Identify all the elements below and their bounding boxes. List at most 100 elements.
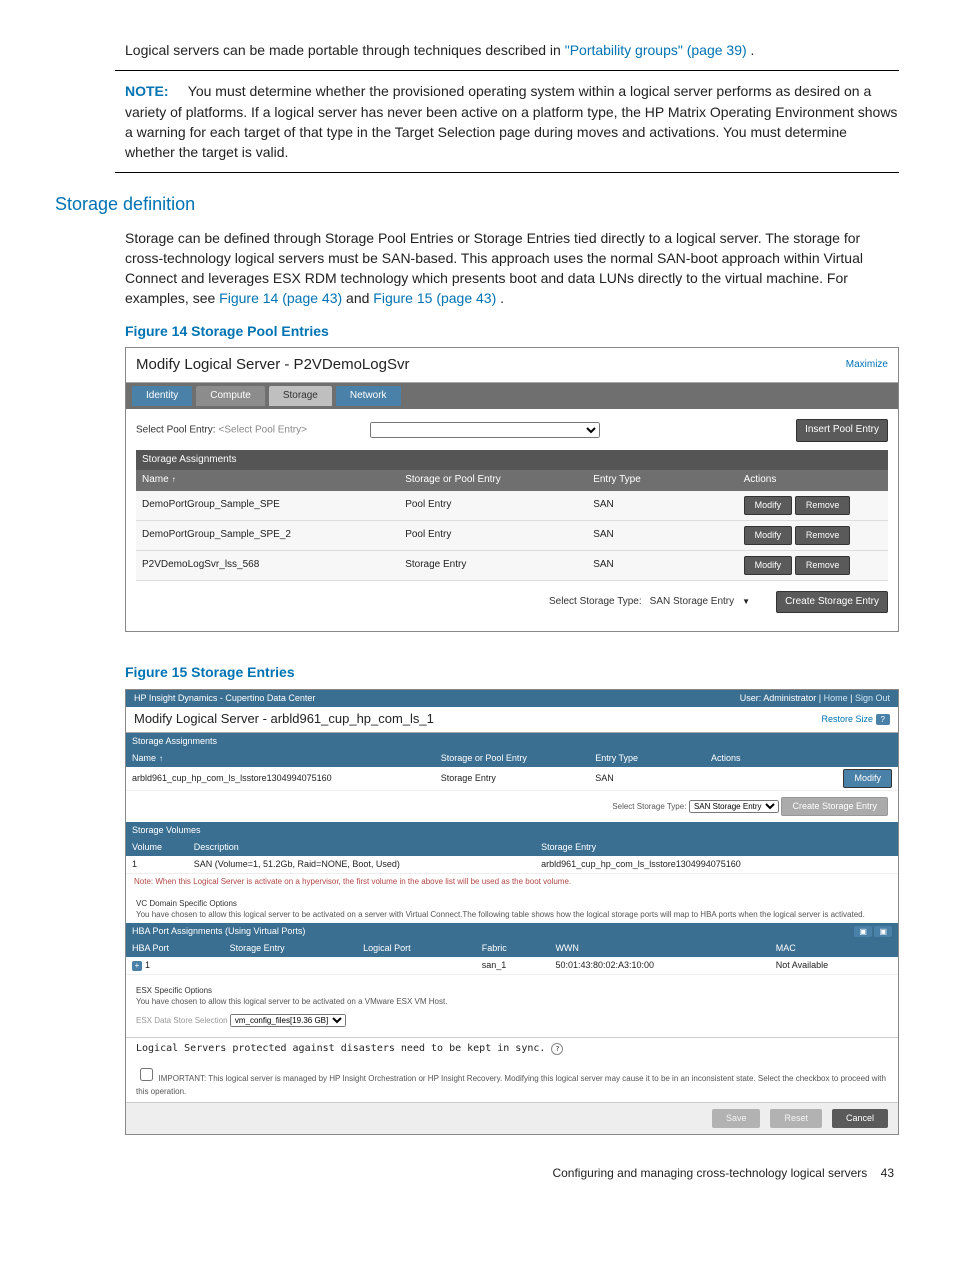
fig15-window-title: Modify Logical Server - arbld961_cup_hp_… [134,710,434,729]
fig14-tabs: Identity Compute Storage Network [126,383,898,410]
modify-button[interactable]: Modify [843,769,892,788]
cancel-button[interactable]: Cancel [832,1109,888,1128]
storage-definition-heading: Storage definition [55,191,899,217]
hba-table: HBA Port Assignments (Using Virtual Port… [126,923,898,975]
reset-button: Reset [770,1109,822,1128]
remove-button[interactable]: Remove [795,556,851,575]
vc-options-text: You have chosen to allow this logical se… [136,909,888,921]
note-label: NOTE: [125,83,169,99]
note-paragraph: NOTE: You must determine whether the pro… [125,81,899,162]
fig14-link[interactable]: Figure 14 (page 43) [219,290,342,306]
select-storage-type-value[interactable]: SAN Storage Entry [650,595,734,610]
restore-size-link[interactable]: Restore Size [822,714,874,724]
home-link[interactable]: Home [824,693,848,703]
save-button: Save [712,1109,761,1128]
col2-etype[interactable]: Entry Type [589,750,705,767]
important-text: IMPORTANT: This logical server is manage… [136,1074,886,1096]
table-row: arbld961_cup_hp_com_ls_lsstore1304994075… [126,767,898,791]
col-actions: Actions [738,470,888,491]
modify-button[interactable]: Modify [744,556,793,575]
info-icon[interactable]: ? [551,1043,563,1055]
create-storage-entry-disabled: Create Storage Entry [781,797,888,816]
storage-type-select[interactable]: SAN Storage Entry [689,800,779,813]
select-pool-dropdown[interactable] [370,422,600,438]
divider-top [115,70,899,71]
col-wwn[interactable]: WWN [549,940,769,957]
storage-paragraph: Storage can be defined through Storage P… [125,228,899,309]
col-storage-or-pool[interactable]: Storage or Pool Entry [399,470,587,491]
remove-button[interactable]: Remove [795,496,851,515]
esx-ds-select[interactable]: vm_config_files[19.36 GB] [230,1014,346,1027]
volume-note: Note: When this Logical Server is activa… [126,874,898,890]
restore-icon[interactable]: ? [876,714,890,725]
storage-text-b: and [346,290,373,306]
tab-compute[interactable]: Compute [196,386,265,407]
table-row: 1 SAN (Volume=1, 51.2Gb, Raid=NONE, Boot… [126,856,898,874]
fig15-link[interactable]: Figure 15 (page 43) [373,290,496,306]
fig15-assignments-table: Storage Assignments Name Storage or Pool… [126,733,898,791]
col-entry-type[interactable]: Entry Type [587,470,737,491]
remove-button[interactable]: Remove [795,526,851,545]
user-label: User: Administrator [740,693,817,703]
collapse-icon[interactable]: ▣ [874,926,892,937]
fig14-window-title: Modify Logical Server - P2VDemoLogSvr [136,354,409,376]
esx-ds-label: ESX Data Store Selection [136,1016,228,1025]
col-storage-entry-2[interactable]: Storage Entry [224,940,358,957]
storage-text-c: . [500,290,504,306]
fig15-box: HP Insight Dynamics - Cupertino Data Cen… [125,689,899,1135]
col-volume[interactable]: Volume [126,839,188,856]
fig15-topbar-title: HP Insight Dynamics - Cupertino Data Cen… [134,692,315,705]
hba-section-header: HBA Port Assignments (Using Virtual Port… [126,923,770,940]
maximize-link[interactable]: Maximize [846,358,888,373]
table-row: +1 san_1 50:01:43:80:02:A3:10:00 Not Ava… [126,957,898,975]
page-footer: Configuring and managing cross-technolog… [55,1165,899,1182]
storage-assignments-table: Storage Assignments Name Storage or Pool… [136,450,888,581]
modify-button[interactable]: Modify [744,496,793,515]
page-number: 43 [881,1166,894,1180]
col-logical-port[interactable]: Logical Port [357,940,476,957]
table-row: DemoPortGroup_Sample_SPE Pool Entry SAN … [136,491,888,521]
insert-pool-entry-button[interactable]: Insert Pool Entry [796,419,888,442]
select-storage-type-label-2: Select Storage Type: [612,802,686,811]
note-text: You must determine whether the provision… [125,83,897,160]
fig14-box: Modify Logical Server - P2VDemoLogSvr Ma… [125,347,899,632]
modify-button[interactable]: Modify [744,526,793,545]
col-hba-port[interactable]: HBA Port [126,940,224,957]
col2-actions: Actions [705,750,898,767]
tab-identity[interactable]: Identity [132,386,192,407]
footer-text: Configuring and managing cross-technolog… [552,1166,867,1180]
sync-text: Logical Servers protected against disast… [136,1042,545,1057]
storage-volumes-table: Storage Volumes Volume Description Stora… [126,822,898,874]
fig15-caption: Figure 15 Storage Entries [125,662,899,682]
important-checkbox[interactable] [140,1068,153,1081]
table-row: DemoPortGroup_Sample_SPE_2 Pool Entry SA… [136,520,888,550]
esx-options-heading: ESX Specific Options [136,985,888,997]
signout-link[interactable]: Sign Out [855,693,890,703]
table-row: P2VDemoLogSvr_lss_568 Storage Entry SAN … [136,550,888,580]
col2-spe[interactable]: Storage or Pool Entry [435,750,589,767]
intro-paragraph: Logical servers can be made portable thr… [125,40,899,60]
col-fabric[interactable]: Fabric [476,940,550,957]
intro-text-2: . [751,42,755,58]
fig14-caption: Figure 14 Storage Pool Entries [125,321,899,341]
select-pool-placeholder: <Select Pool Entry> [219,425,307,436]
tab-network[interactable]: Network [336,386,401,407]
select-pool-label: Select Pool Entry: [136,425,215,436]
volumes-section-header: Storage Volumes [126,822,898,839]
create-storage-entry-button[interactable]: Create Storage Entry [776,591,888,614]
intro-text-1: Logical servers can be made portable thr… [125,42,565,58]
col-description[interactable]: Description [188,839,535,856]
storage-assignments-header: Storage Assignments [136,450,888,471]
expand-icon[interactable]: ▣ [854,926,872,937]
col-name[interactable]: Name [136,470,399,491]
col-mac[interactable]: MAC [770,940,898,957]
col-storage-entry[interactable]: Storage Entry [535,839,898,856]
divider-after-note [115,172,899,173]
portability-link[interactable]: "Portability groups" (page 39) [565,42,747,58]
col2-name[interactable]: Name [126,750,435,767]
esx-options-text: You have chosen to allow this logical se… [136,996,888,1008]
assign-section-header: Storage Assignments [126,733,898,750]
select-storage-type-label: Select Storage Type: [549,595,642,610]
expand-row-icon[interactable]: + [132,961,142,971]
tab-storage[interactable]: Storage [269,386,332,407]
